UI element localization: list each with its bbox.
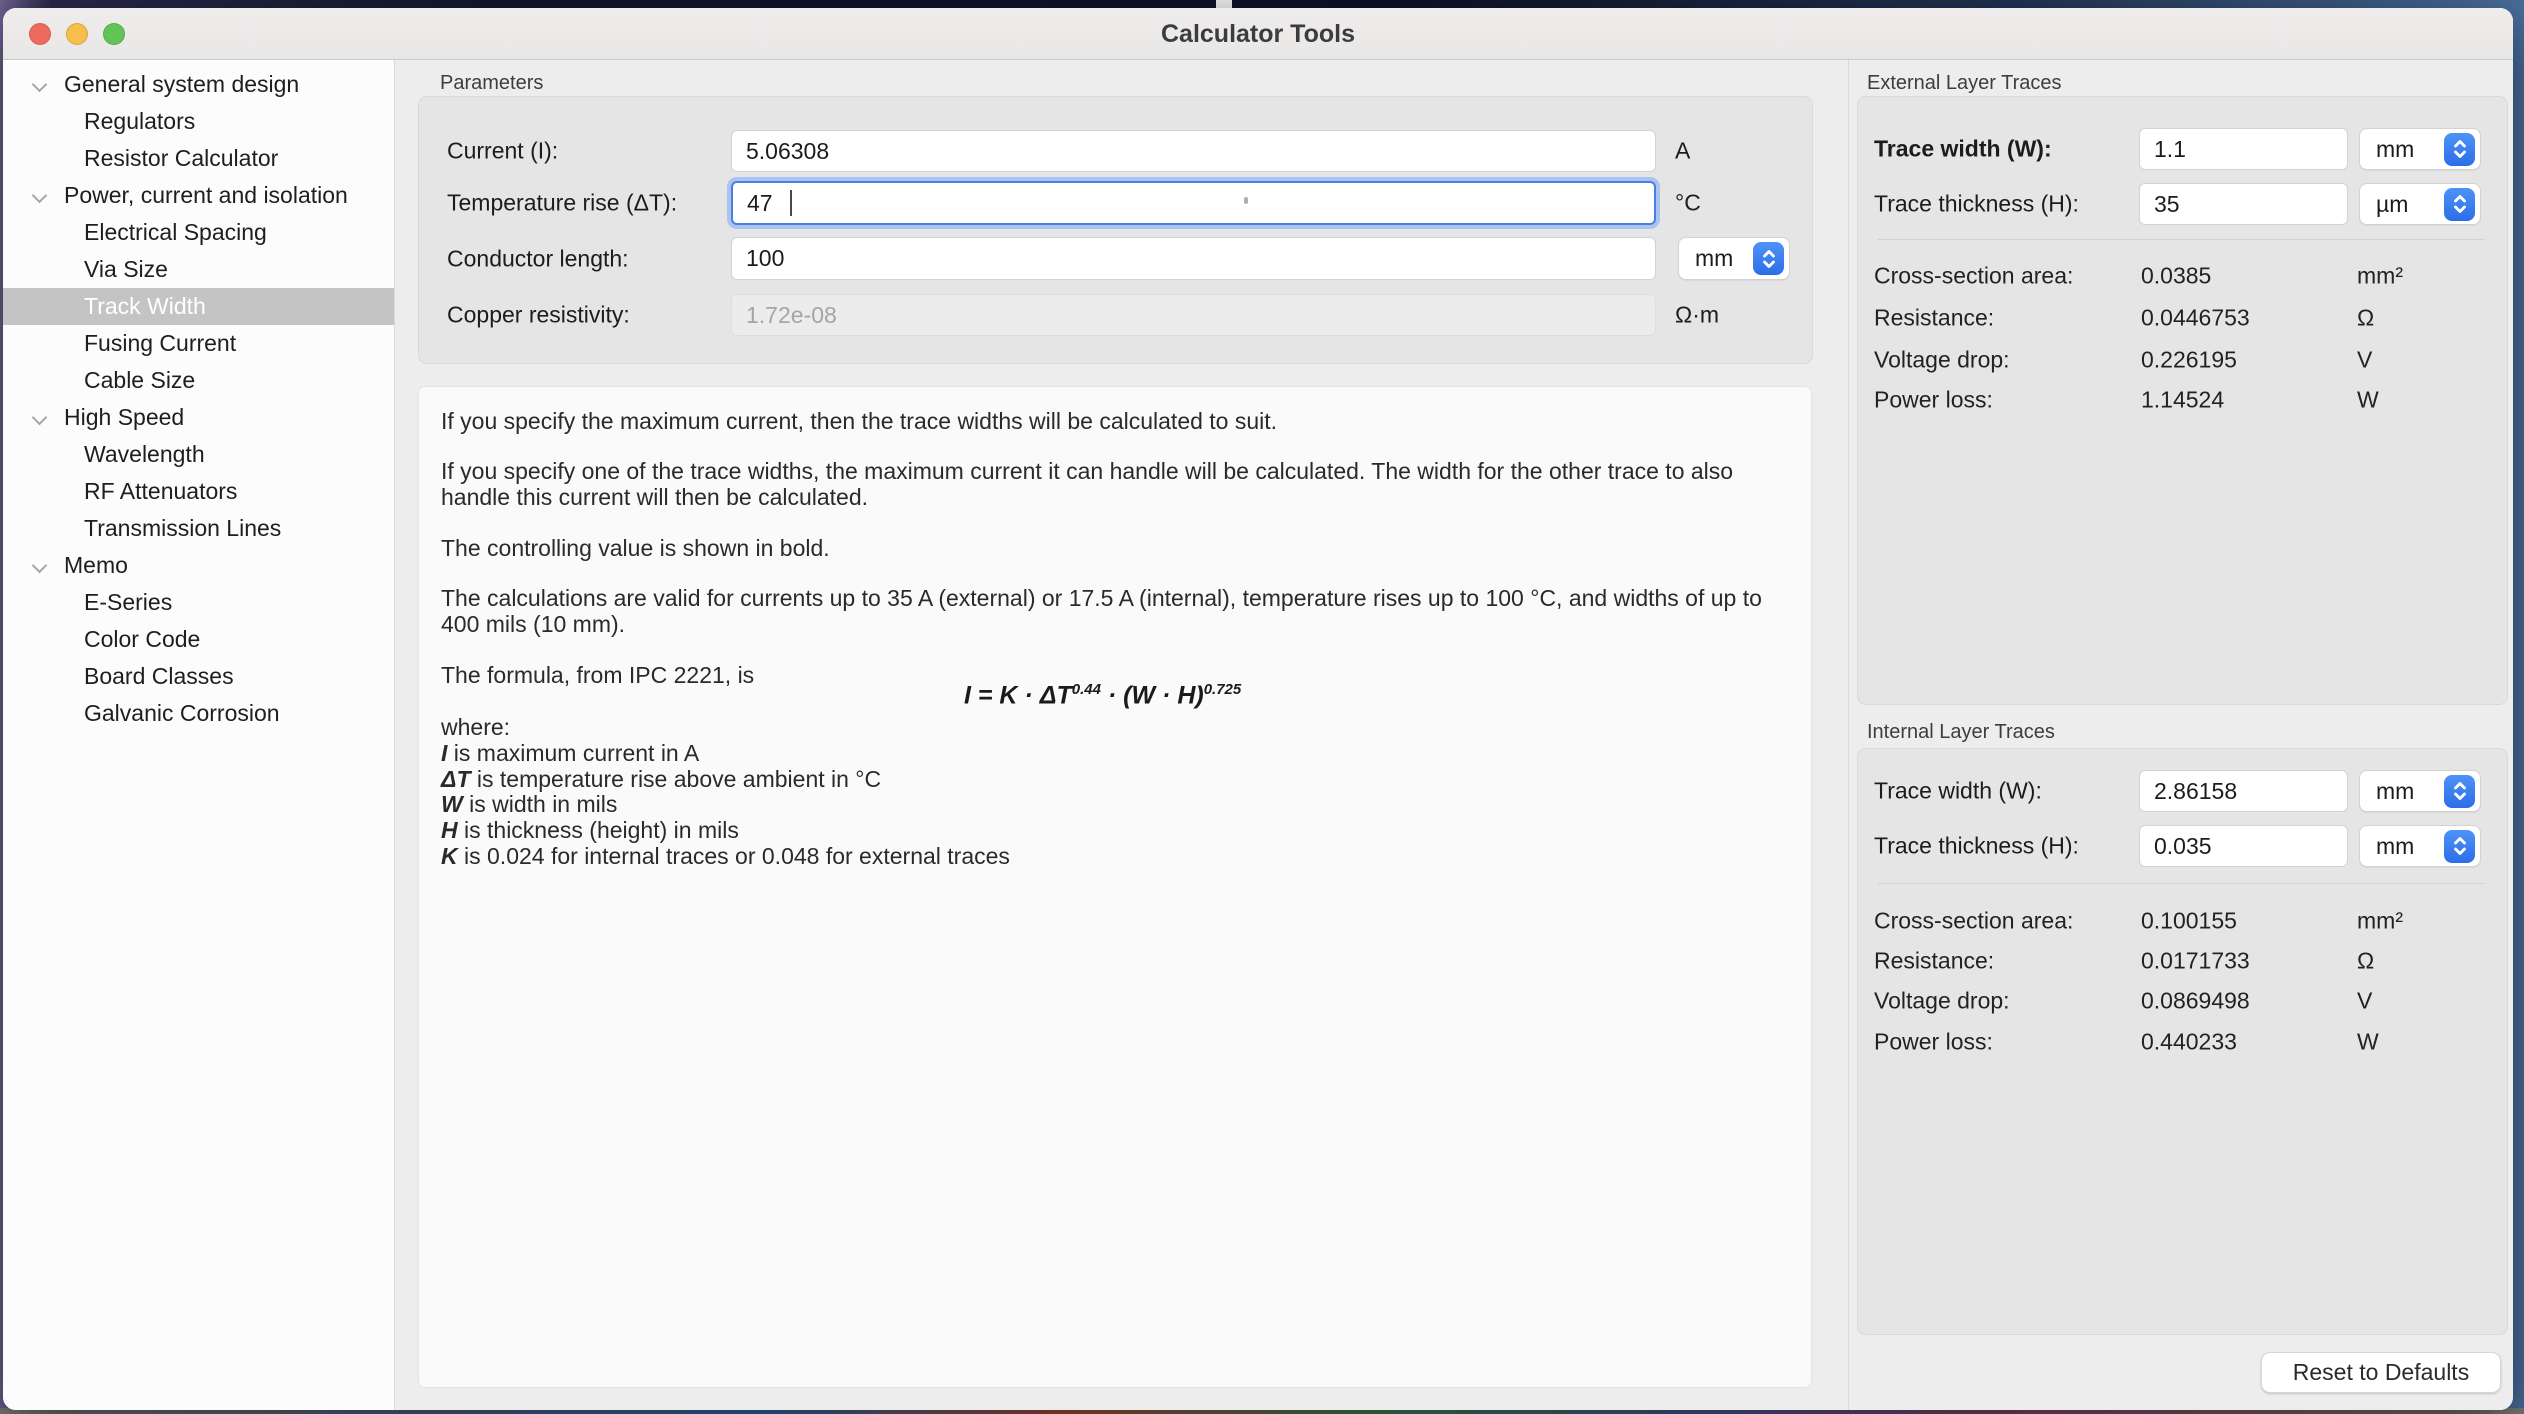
- stepper-up-down-icon: [1753, 242, 1784, 275]
- sidebar-item-via-size[interactable]: Via Size: [3, 251, 394, 288]
- internal-trace-width-unit-select[interactable]: mm: [2359, 770, 2481, 812]
- external-trace-width-input[interactable]: [2139, 128, 2348, 170]
- window-titlebar: Calculator Tools: [3, 8, 2513, 60]
- external-resistance-value: 0.0446753: [2141, 305, 2250, 332]
- legend-line: ΔT is temperature rise above ambient in …: [441, 767, 1010, 793]
- internal-traces-group-box: Trace width (W): mm Trace thickness (H):…: [1857, 748, 2508, 1335]
- sidebar-item-memo[interactable]: Memo: [3, 547, 394, 584]
- internal-trace-width-label: Trace width (W):: [1874, 778, 2042, 805]
- divider: [1878, 239, 2485, 240]
- external-cross-section-value: 0.0385: [2141, 263, 2211, 290]
- legend-line: W is width in mils: [441, 792, 1010, 818]
- temperature-rise-label: Temperature rise (ΔT):: [447, 190, 677, 217]
- sidebar-item-color-code[interactable]: Color Code: [3, 621, 394, 658]
- help-paragraph: The calculations are valid for currents …: [441, 585, 1793, 637]
- sidebar-item-resistor-calculator[interactable]: Resistor Calculator: [3, 140, 394, 177]
- external-power-loss-value: 1.14524: [2141, 387, 2224, 414]
- sidebar-item-galvanic-corrosion[interactable]: Galvanic Corrosion: [3, 695, 394, 732]
- formula-legend: where: I is maximum current in A ΔT is t…: [441, 715, 1010, 870]
- parameters-section-title: Parameters: [440, 72, 543, 95]
- ipc2221-formula: I = K · ΔT0.44 · (W · H)0.725: [964, 681, 1241, 710]
- external-trace-width-unit-select[interactable]: mm: [2359, 128, 2481, 170]
- external-trace-thickness-unit-select[interactable]: µm: [2359, 183, 2481, 225]
- reset-to-defaults-button[interactable]: Reset to Defaults: [2261, 1352, 2501, 1393]
- sidebar-item-high-speed[interactable]: High Speed: [3, 399, 394, 436]
- legend-line: I is maximum current in A: [441, 741, 1010, 767]
- internal-resistance-value: 0.0171733: [2141, 948, 2250, 975]
- sidebar-item-electrical-spacing[interactable]: Electrical Spacing: [3, 214, 394, 251]
- current-label: Current (I):: [447, 138, 558, 165]
- internal-traces-section-title: Internal Layer Traces: [1867, 721, 2055, 744]
- internal-trace-thickness-unit-select[interactable]: mm: [2359, 825, 2481, 867]
- calculator-tools-window: Calculator Tools General system design R…: [3, 8, 2513, 1410]
- sidebar-item-rf-attenuators[interactable]: RF Attenuators: [3, 473, 394, 510]
- temperature-rise-unit-label: °C: [1675, 190, 1701, 217]
- external-trace-thickness-input[interactable]: [2139, 183, 2348, 225]
- chevron-down-icon[interactable]: [32, 558, 48, 574]
- internal-voltage-drop-value: 0.0869498: [2141, 988, 2250, 1015]
- parameters-group-box: Current (I): A Temperature rise (ΔT): °C…: [418, 96, 1813, 364]
- stepper-up-down-icon: [2444, 775, 2475, 808]
- current-input[interactable]: [731, 130, 1656, 172]
- internal-trace-width-input[interactable]: [2139, 770, 2348, 812]
- text-caret: [790, 190, 792, 216]
- conductor-length-unit-select[interactable]: mm: [1678, 237, 1790, 280]
- conductor-length-input[interactable]: [731, 237, 1656, 280]
- internal-power-loss-value: 0.440233: [2141, 1029, 2237, 1056]
- chevron-down-icon[interactable]: [32, 410, 48, 426]
- external-trace-width-label: Trace width (W):: [1874, 136, 2052, 163]
- help-paragraph: If you specify one of the trace widths, …: [441, 458, 1793, 510]
- legend-line: K is 0.024 for internal traces or 0.048 …: [441, 844, 1010, 870]
- layer-traces-panel: External Layer Traces Trace width (W): m…: [1848, 60, 2513, 1410]
- legend-line: H is thickness (height) in mils: [441, 818, 1010, 844]
- copper-resistivity-unit-label: Ω·m: [1675, 302, 1719, 329]
- where-label: where:: [441, 715, 1010, 741]
- temperature-rise-input[interactable]: [731, 181, 1656, 225]
- internal-cross-section-value: 0.100155: [2141, 908, 2237, 935]
- external-trace-thickness-label: Trace thickness (H):: [1874, 191, 2079, 218]
- help-text-panel: If you specify the maximum current, then…: [418, 386, 1812, 1388]
- help-paragraph: If you specify the maximum current, then…: [441, 408, 1793, 434]
- external-voltage-drop-value: 0.226195: [2141, 347, 2237, 374]
- internal-trace-thickness-label: Trace thickness (H):: [1874, 833, 2079, 860]
- sidebar-item-transmission-lines[interactable]: Transmission Lines: [3, 510, 394, 547]
- desktop-background: Calculator Tools General system design R…: [0, 0, 2524, 1414]
- sidebar-item-general-system-design[interactable]: General system design: [3, 66, 394, 103]
- help-paragraph: The controlling value is shown in bold.: [441, 535, 1793, 561]
- text-cursor-artifact: [1244, 197, 1248, 204]
- stepper-up-down-icon: [2444, 188, 2475, 221]
- copper-resistivity-label: Copper resistivity:: [447, 302, 630, 329]
- divider: [1878, 883, 2485, 884]
- sidebar-item-regulators[interactable]: Regulators: [3, 103, 394, 140]
- sidebar-item-wavelength[interactable]: Wavelength: [3, 436, 394, 473]
- sidebar-item-board-classes[interactable]: Board Classes: [3, 658, 394, 695]
- conductor-length-label: Conductor length:: [447, 245, 629, 272]
- window-title: Calculator Tools: [3, 8, 2513, 60]
- sidebar-item-e-series[interactable]: E-Series: [3, 584, 394, 621]
- sidebar-item-cable-size[interactable]: Cable Size: [3, 362, 394, 399]
- sidebar-calculator-tree: General system design Regulators Resisto…: [3, 60, 395, 1410]
- chevron-down-icon[interactable]: [32, 77, 48, 93]
- chevron-down-icon[interactable]: [32, 188, 48, 204]
- external-traces-section-title: External Layer Traces: [1867, 72, 2062, 95]
- track-width-main-panel: Parameters Current (I): A Temperature ri…: [396, 60, 1848, 1410]
- sidebar-item-power-current-isolation[interactable]: Power, current and isolation: [3, 177, 394, 214]
- current-unit-label: A: [1675, 138, 1690, 165]
- sidebar-item-fusing-current[interactable]: Fusing Current: [3, 325, 394, 362]
- external-traces-group-box: Trace width (W): mm Trace thickness (H):…: [1857, 96, 2508, 705]
- sidebar-item-track-width[interactable]: Track Width: [3, 288, 394, 325]
- stepper-up-down-icon: [2444, 830, 2475, 863]
- copper-resistivity-input: [731, 294, 1656, 336]
- stepper-up-down-icon: [2444, 133, 2475, 166]
- internal-trace-thickness-input[interactable]: [2139, 825, 2348, 867]
